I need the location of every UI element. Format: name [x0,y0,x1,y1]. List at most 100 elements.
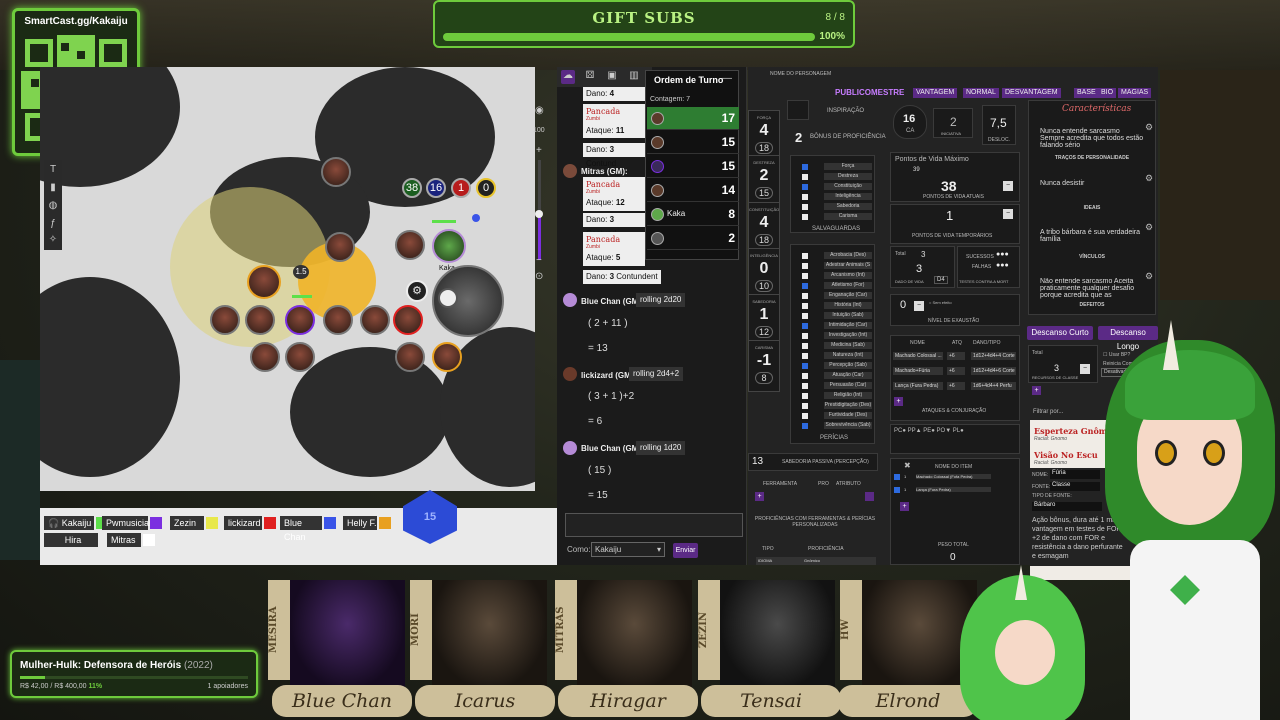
magic-tool-icon[interactable]: ✧ [47,234,59,246]
layers-tool-icon[interactable]: ◍ [47,200,59,212]
zoom-reset-icon[interactable]: ⊙ [535,271,543,282]
fx-tool-icon[interactable]: ƒ [47,218,59,230]
zombie-token[interactable] [285,342,315,372]
save-row[interactable]: Destreza [802,173,874,181]
skill-row[interactable]: Medicina (Sab) [802,342,874,350]
zombie-token[interactable] [395,342,425,372]
send-button[interactable]: Enviar [673,543,698,558]
skill-row[interactable]: Intuição (Sab) [802,312,874,320]
save-row[interactable]: Carisma [802,213,874,221]
zombie-token[interactable] [395,230,425,260]
text-tool-icon[interactable]: T [47,164,59,176]
skill-row[interactable]: Natureza (Int) [802,352,874,360]
player-kakaiju[interactable]: 🎧 Kakaiju [44,516,108,530]
library-tab-icon[interactable]: ▥ [627,70,641,84]
attribute-charisma[interactable]: CARISMA -1 8 [748,340,780,392]
kaka-token[interactable] [432,229,466,263]
delete-tool-icon[interactable] [865,492,874,501]
death-fail-checks[interactable]: ●●● [996,262,1009,269]
skill-row[interactable]: Percepção (Sab) [802,362,874,370]
skill-row[interactable]: Investigação (Int) [802,332,874,340]
hero-token[interactable] [285,305,315,335]
class-resources-value[interactable]: 3 [1054,363,1059,373]
gear-icon[interactable]: ⚙ [1145,122,1153,133]
tab-bio[interactable]: BIO [1098,88,1117,98]
ruler-tool-icon[interactable]: ▮ [47,182,59,194]
token-counter[interactable]: 16 [426,178,446,198]
tab-magias[interactable]: MAGIAS [1118,88,1152,98]
attribute-constitution[interactable]: CONSTITUIÇÃO 4 18 [748,202,780,254]
zombie-token[interactable] [210,305,240,335]
skill-row[interactable]: Prestidigitação (Des) [802,402,874,410]
zoom-out-icon[interactable]: − [536,255,542,266]
token-counter[interactable]: 38 [402,178,422,198]
skill-row[interactable]: Adestrar Animais (S [802,262,874,270]
gear-icon[interactable]: ⚙ [1145,222,1153,233]
token-counter[interactable]: 0 [476,178,496,198]
player-lickizard[interactable]: lickizard [224,516,276,530]
player-mitras[interactable]: Mitras [107,533,155,547]
hp-minus-button[interactable]: − [1003,181,1013,191]
zombie-token[interactable] [321,157,351,187]
turn-row[interactable]: 15 [647,155,739,178]
save-row[interactable]: Força [802,163,874,171]
player-hira[interactable]: Hira [44,533,98,547]
add-tool-button[interactable]: + [755,492,764,501]
player-zezin[interactable]: Zezin [170,516,218,530]
zoom-slider-handle[interactable] [535,210,543,218]
skill-row[interactable]: Intimidação (Car) [802,322,874,330]
zombie-token[interactable] [250,342,280,372]
exhaustion-value[interactable]: 0 [900,299,906,311]
minimize-icon[interactable]: — [722,73,732,84]
turn-row[interactable]: 2 [647,227,739,250]
attribute-dexterity[interactable]: DESTREZA 2 15 [748,155,780,207]
save-row[interactable]: Sabedoria [802,203,874,211]
death-success-checks[interactable]: ●●● [996,251,1009,258]
temp-hp-minus-button[interactable]: − [1003,209,1013,219]
player-helly[interactable]: Helly F. [343,516,391,530]
hp-temp-value[interactable]: 1 [946,208,953,223]
player-pwmusician[interactable]: Pwmusician [102,516,162,530]
attribute-intelligence[interactable]: INTELIGÊNCIA 0 10 [748,248,780,300]
disadvantage-button[interactable]: DESVANTAGEM [1002,88,1061,98]
short-rest-button[interactable]: Descanso Curto [1027,326,1093,340]
exhaustion-minus-button[interactable]: − [914,301,924,311]
hit-dice-value[interactable]: 3 [916,263,922,275]
add-attack-button[interactable]: + [894,397,903,406]
skill-row[interactable]: Furtividade (Des) [802,412,874,420]
zombie-token[interactable] [360,305,390,335]
skill-row[interactable]: História (Int) [802,302,874,310]
feature-filter[interactable]: Filtrar por... [1033,409,1063,415]
inventory-row[interactable]: 1 Machado Colossal (Fofa Pedra) [894,474,1016,482]
gear-icon[interactable]: ⚙ [1145,173,1153,184]
zombie-token[interactable] [245,305,275,335]
token-counter[interactable]: 1 [451,178,471,198]
save-row[interactable]: Inteligência [802,193,874,201]
language-row[interactable]: IDIOMA Gnômico [756,557,876,565]
hero-token[interactable] [432,342,462,372]
attribute-wisdom[interactable]: SABEDORIA 1 12 [748,294,780,346]
close-icon[interactable]: ✖ [904,461,911,470]
zombie-token[interactable] [325,232,355,262]
skill-row[interactable]: Enganação (Car) [802,292,874,300]
target-icon[interactable] [438,288,458,308]
skill-row[interactable]: Religião (Int) [802,392,874,400]
turn-order-window[interactable]: Ordem de Turno — Contagem: 7 17 15 15 14… [645,70,739,260]
zombie-token[interactable] [323,305,353,335]
inspiration-box[interactable] [787,100,809,120]
add-item-button[interactable]: + [900,502,909,511]
player-blue-chan[interactable]: Blue Chan [280,516,336,542]
battle-map[interactable]: 1.5 Kaka ⚙ 38 16 1 0 [40,67,535,491]
save-row[interactable]: Constituição [802,183,874,191]
skill-row[interactable]: Persuasão (Car) [802,382,874,390]
turn-row[interactable]: 14 [647,179,739,202]
eye-icon[interactable]: ◉ [535,105,544,116]
chat-tab-icon[interactable]: ☁ [561,70,575,84]
advantage-button[interactable]: VANTAGEM [913,88,958,98]
speak-as-select[interactable]: Kakaiju ▾ [591,542,665,557]
turn-row[interactable]: 17 [647,107,739,130]
dice-tab-icon[interactable]: ⚄ [583,70,597,84]
gear-icon[interactable]: ⚙ [1145,271,1153,282]
hero-token[interactable] [247,265,281,299]
skill-row[interactable]: Sobrevivência (Sab) [802,422,874,430]
